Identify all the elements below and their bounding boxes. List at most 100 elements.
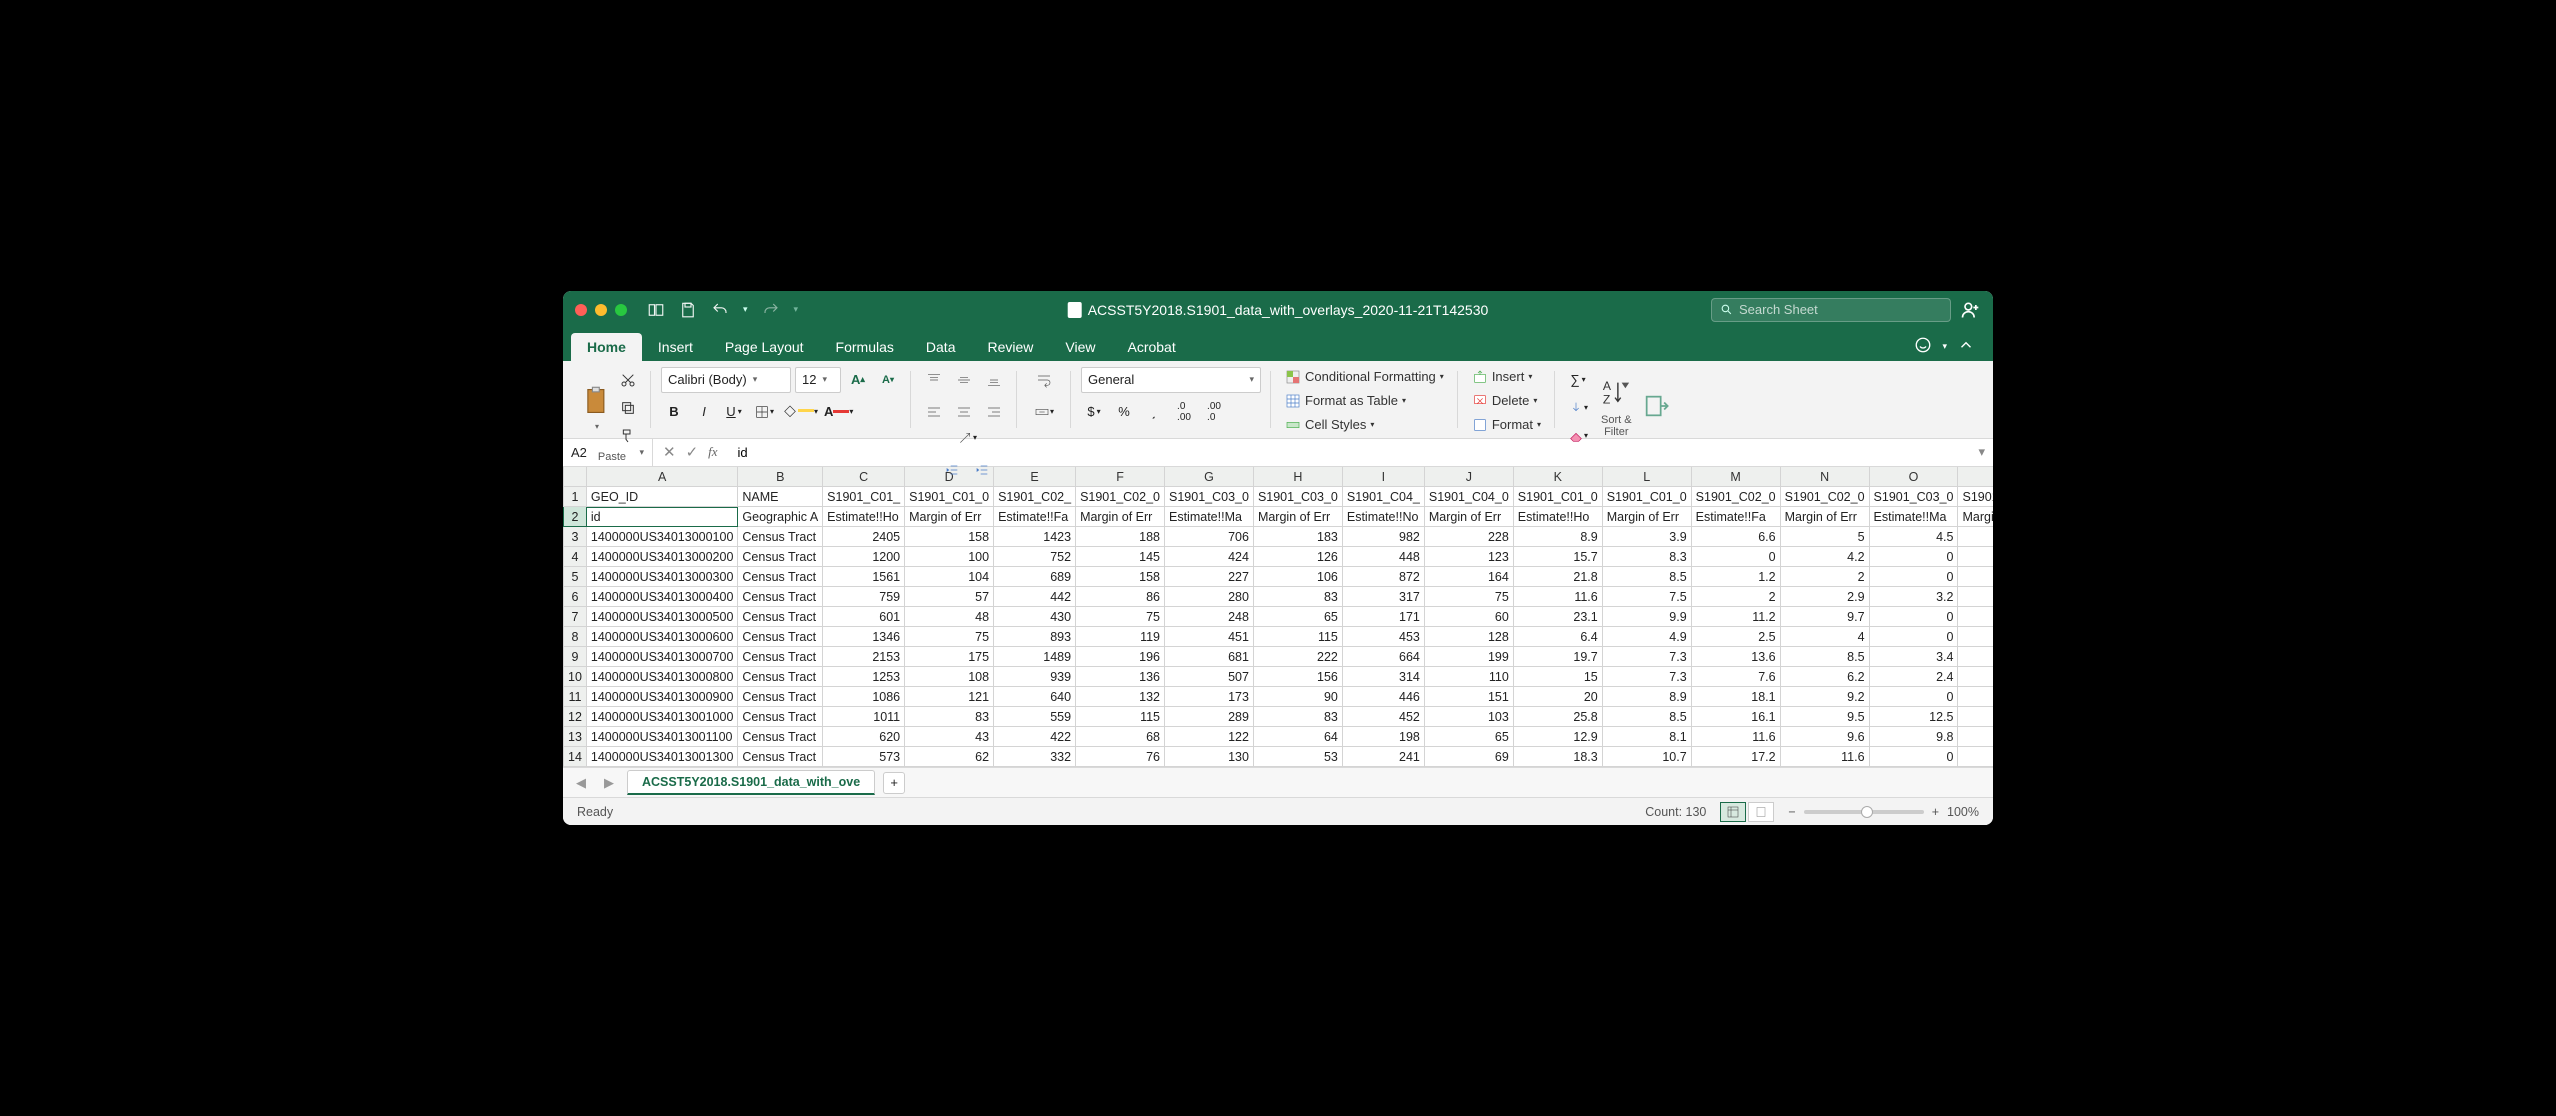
cell[interactable]: 103 [1424,707,1513,727]
cell[interactable]: Margin of Err [1076,507,1165,527]
cell[interactable]: 1400000US34013000200 [586,547,738,567]
fx-icon[interactable]: fx [708,444,717,460]
redo-icon[interactable] [762,301,780,319]
align-left-button[interactable] [921,399,947,425]
row-header[interactable]: 8 [564,627,587,647]
cell[interactable]: 248 [1165,607,1254,627]
currency-button[interactable]: $▾ [1081,399,1107,425]
cell[interactable]: 0 [1869,567,1958,587]
minimize-window-button[interactable] [595,304,607,316]
cell[interactable]: 1253 [823,667,905,687]
row-header[interactable]: 13 [564,727,587,747]
cell[interactable]: 9.5 [1780,707,1869,727]
cell[interactable]: 1.2 [1691,567,1780,587]
cell[interactable]: 448 [1342,547,1424,567]
cell[interactable]: 1423 [994,527,1076,547]
cell[interactable]: 65 [1424,727,1513,747]
cell[interactable]: 60 [1424,607,1513,627]
cell[interactable]: 15 [1513,667,1602,687]
help-caret-icon[interactable]: ▾ [1942,341,1947,352]
cell[interactable]: 198 [1342,727,1424,747]
cell[interactable]: 23.1 [1513,607,1602,627]
cell[interactable]: 110 [1424,667,1513,687]
cell[interactable]: 1489 [994,647,1076,667]
cell[interactable]: Census Tract [738,567,823,587]
cell[interactable]: 11.6 [1691,727,1780,747]
cell[interactable]: 3.2 [1869,587,1958,607]
help-smile-icon[interactable] [1914,336,1932,357]
redo-caret-icon[interactable]: ▾ [794,304,799,315]
cell[interactable]: 21.8 [1513,567,1602,587]
cell[interactable]: 171 [1342,607,1424,627]
cell[interactable]: 8.9 [1513,527,1602,547]
cell[interactable]: 601 [823,607,905,627]
cell[interactable]: 156 [1253,667,1342,687]
cell[interactable]: 119 [1076,627,1165,647]
select-all-corner[interactable] [564,467,587,487]
cut-button[interactable] [615,367,641,393]
cell[interactable]: 9.2 [1780,687,1869,707]
cell[interactable]: 1400000US34013000900 [586,687,738,707]
conditional-formatting-button[interactable]: Conditional Formatting ▾ [1281,367,1448,387]
cell[interactable]: 18.3 [1513,747,1602,767]
cell[interactable]: 199 [1424,647,1513,667]
bold-button[interactable]: B [661,399,687,425]
cell[interactable]: 12.3 [1958,607,1993,627]
enter-formula-button[interactable]: ✓ [686,443,699,461]
cell[interactable]: 11.6 [1780,747,1869,767]
cell[interactable]: 11.6 [1513,587,1602,607]
cell[interactable]: 2153 [823,647,905,667]
row-header[interactable]: 7 [564,607,587,627]
cell[interactable]: 62 [905,747,994,767]
borders-button[interactable]: ▾ [751,399,777,425]
cell[interactable]: Census Tract [738,647,823,667]
cell[interactable]: 11.2 [1691,607,1780,627]
share-export-icon[interactable] [1642,391,1670,424]
column-header[interactable]: A [586,467,738,487]
cell[interactable]: 12.9 [1513,727,1602,747]
clear-button[interactable]: ▾ [1565,423,1591,449]
number-format-select[interactable]: General▾ [1081,367,1261,393]
cell[interactable]: 145 [1076,547,1165,567]
sheet-tab[interactable]: ACSST5Y2018.S1901_data_with_ove [627,770,875,795]
search-box[interactable] [1711,298,1951,322]
font-size-select[interactable]: 12▾ [795,367,841,393]
cell[interactable]: 559 [994,707,1076,727]
row-header[interactable]: 3 [564,527,587,547]
align-right-button[interactable] [981,399,1007,425]
comma-button[interactable]: ͵ [1141,399,1167,425]
cell[interactable]: 4.9 [1602,627,1691,647]
wrap-text-button[interactable] [1027,367,1061,393]
cell[interactable]: 452 [1342,707,1424,727]
align-center-button[interactable] [951,399,977,425]
cell[interactable]: 227 [1165,567,1254,587]
cell[interactable]: 10.7 [1602,747,1691,767]
column-header[interactable]: M [1691,467,1780,487]
cell[interactable]: 75 [905,627,994,647]
row-header[interactable]: 5 [564,567,587,587]
spreadsheet-grid[interactable]: ABCDEFGHIJKLMNOPQ1GEO_IDNAMES1901_C01_S1… [563,467,1993,768]
cell[interactable]: 7.5 [1602,587,1691,607]
cell[interactable]: S1901_C02_0 [1691,487,1780,507]
cell[interactable]: 65 [1253,607,1342,627]
cell[interactable]: 75 [1424,587,1513,607]
cell[interactable]: 620 [823,727,905,747]
cell[interactable]: 43 [905,727,994,747]
cell[interactable]: 9.9 [1602,607,1691,627]
cell[interactable]: 9.7 [1780,607,1869,627]
cell[interactable]: 982 [1342,527,1424,547]
cell[interactable]: 13.9 [1958,707,1993,727]
cell[interactable]: 20 [1513,687,1602,707]
cell[interactable]: 5 [1780,527,1869,547]
add-sheet-button[interactable]: + [883,772,905,794]
cell[interactable]: 106 [1253,567,1342,587]
cell[interactable]: 9.8 [1869,727,1958,747]
column-header[interactable]: G [1165,467,1254,487]
cell[interactable]: S1901_C02_ [994,487,1076,507]
tab-formulas[interactable]: Formulas [820,333,910,361]
cell[interactable]: 2405 [823,527,905,547]
underline-button[interactable]: U▾ [721,399,747,425]
copy-button[interactable] [615,395,641,421]
row-header[interactable]: 9 [564,647,587,667]
cell[interactable]: 1400000US34013001000 [586,707,738,727]
